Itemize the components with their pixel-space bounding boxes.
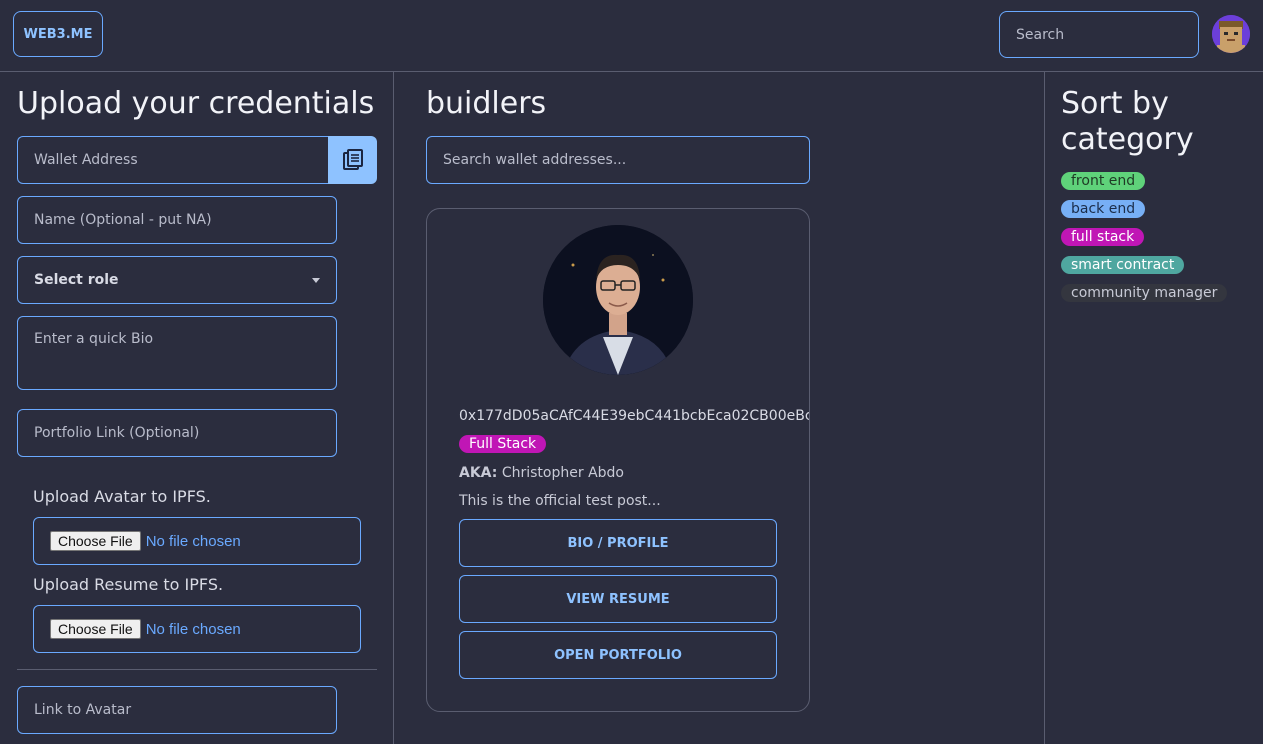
aka-line: AKA: Christopher Abdo: [459, 465, 624, 481]
paste-wallet-button[interactable]: [328, 136, 377, 184]
portfolio-link-input[interactable]: [17, 409, 337, 457]
chevron-down-icon: [312, 277, 320, 283]
choose-avatar-file-button[interactable]: Choose File: [50, 531, 141, 551]
role-badge: Full Stack: [459, 435, 547, 453]
category-chip-back-end[interactable]: back end: [1061, 200, 1146, 218]
resume-upload-label: Upload Resume to IPFS.: [33, 575, 224, 594]
avatar-upload-label: Upload Avatar to IPFS.: [33, 487, 211, 506]
wallet-address-input[interactable]: [17, 136, 329, 184]
pixel-avatar-icon: [1212, 15, 1250, 53]
resume-file-input[interactable]: Choose File No file chosen: [33, 605, 361, 653]
profile-photo: [543, 225, 693, 375]
upload-title: Upload your credentials: [17, 86, 375, 121]
resume-file-status: No file chosen: [145, 620, 241, 638]
aka-name: Christopher Abdo: [501, 465, 624, 481]
wallet-address-text: 0x177dD05aCAfC44E39ebC441bcbEca02CB00eBc…: [459, 408, 809, 424]
category-chip-smart-contract[interactable]: smart contract: [1061, 256, 1185, 274]
avatar-file-input[interactable]: Choose File No file chosen: [33, 517, 361, 565]
header-search-input[interactable]: [999, 11, 1199, 58]
user-avatar[interactable]: [1212, 15, 1250, 53]
copy-icon: [342, 149, 363, 170]
role-select[interactable]: Select role: [17, 256, 337, 304]
choose-resume-file-button[interactable]: Choose File: [50, 619, 141, 639]
view-resume-button[interactable]: VIEW RESUME: [459, 575, 777, 623]
column-divider-right: [1044, 71, 1045, 744]
column-divider-left: [393, 71, 394, 744]
bio-profile-button[interactable]: BIO / PROFILE: [459, 519, 777, 567]
person-portrait-icon: [543, 225, 693, 375]
top-bar: WEB3.ME: [0, 0, 1263, 72]
open-portfolio-button[interactable]: OPEN PORTFOLIO: [459, 631, 777, 679]
brand-button[interactable]: WEB3.ME: [13, 11, 103, 57]
name-input[interactable]: [17, 196, 337, 244]
avatar-link-input[interactable]: [17, 686, 337, 734]
buidler-card: 0x177dD05aCAfC44E39ebC441bcbEca02CB00eBc…: [426, 208, 810, 712]
buidlers-title: buidlers: [426, 86, 547, 121]
wallet-address-group: [17, 136, 377, 184]
category-chip-full-stack[interactable]: full stack: [1061, 228, 1145, 246]
section-divider: [17, 669, 377, 670]
category-chip-community-manager[interactable]: community manager: [1061, 284, 1228, 302]
sort-title: Sort by category: [1061, 86, 1194, 157]
role-select-value: Select role: [34, 272, 119, 288]
category-chip-front-end[interactable]: front end: [1061, 172, 1146, 190]
avatar-file-status: No file chosen: [145, 532, 241, 550]
wallet-search-input[interactable]: [426, 136, 810, 184]
bio-text: This is the official test post...: [459, 493, 661, 509]
aka-label: AKA:: [459, 465, 498, 481]
bio-textarea[interactable]: [17, 316, 337, 390]
